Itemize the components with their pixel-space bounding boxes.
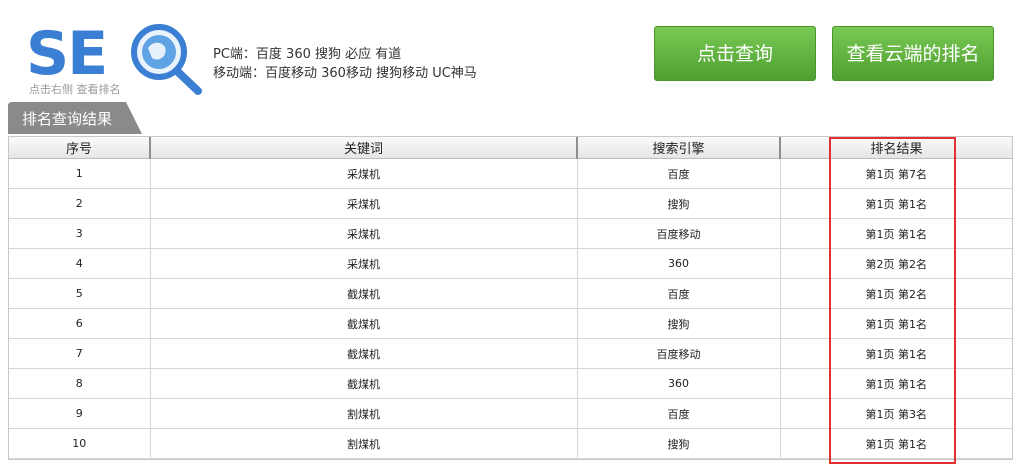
- table-row: 10 割煤机 搜狗 第1页 第1名: [9, 428, 1012, 459]
- table-header-row: 序号 关键词 搜索引擎 排名结果: [9, 137, 1012, 159]
- cell-engine: 百度移动: [577, 338, 781, 369]
- cell-engine: 百度: [577, 158, 781, 189]
- pc-engines: PC端：百度 360 搜狗 必应 有道: [213, 47, 402, 62]
- header-rank: 排名结果: [780, 137, 1012, 159]
- cell-index: 9: [9, 398, 151, 429]
- cell-index: 8: [9, 368, 151, 399]
- header-index: 序号: [9, 137, 151, 159]
- mobile-engines: 移动端：百度移动 360移动 搜狗移动 UC神马: [213, 66, 477, 81]
- magnifier-icon: [131, 24, 202, 95]
- cell-rank: 第1页 第1名: [780, 188, 1012, 219]
- cell-index: 10: [9, 428, 151, 459]
- cell-keyword: 采煤机: [150, 158, 578, 189]
- results-tab-label: 排名查询结果: [22, 110, 113, 128]
- table-row: 3 采煤机 百度移动 第1页 第1名: [9, 218, 1012, 249]
- cell-keyword: 截煤机: [150, 308, 578, 339]
- cell-keyword: 割煤机: [150, 428, 578, 459]
- table-row: 4 采煤机 360 第2页 第2名: [9, 248, 1012, 279]
- engine-list: PC端：百度 360 搜狗 必应 有道 移动端：百度移动 360移动 搜狗移动 …: [213, 45, 477, 83]
- cell-keyword: 采煤机: [150, 218, 578, 249]
- table-row: 9 割煤机 百度 第1页 第3名: [9, 398, 1012, 429]
- cell-rank: 第1页 第1名: [780, 338, 1012, 369]
- cell-keyword: 截煤机: [150, 338, 578, 369]
- table-row: 6 截煤机 搜狗 第1页 第1名: [9, 308, 1012, 339]
- cell-index: 6: [9, 308, 151, 339]
- header-keyword: 关键词: [150, 137, 578, 159]
- cell-rank: 第1页 第1名: [780, 218, 1012, 249]
- cell-index: 1: [9, 158, 151, 189]
- results-table: 序号 关键词 搜索引擎 排名结果 1 采煤机 百度 第1页 第7名 2 采煤机 搜狗 第1页 …: [8, 136, 1013, 460]
- cloud-ranking-button[interactable]: 查看云端的排名: [832, 26, 994, 81]
- cell-index: 7: [9, 338, 151, 369]
- cell-keyword: 采煤机: [150, 188, 578, 219]
- cell-rank: 第1页 第1名: [780, 308, 1012, 339]
- cell-rank: 第1页 第1名: [780, 368, 1012, 399]
- logo-caption: 点击右侧 查看排名: [29, 83, 121, 96]
- cell-engine: 搜狗: [577, 308, 781, 339]
- cell-rank: 第2页 第2名: [780, 248, 1012, 279]
- table-row: 1 采煤机 百度 第1页 第7名: [9, 158, 1012, 189]
- table-row: 7 截煤机 百度移动 第1页 第1名: [9, 338, 1012, 369]
- cell-rank: 第1页 第1名: [780, 428, 1012, 459]
- cell-engine: 搜狗: [577, 428, 781, 459]
- cell-rank: 第1页 第7名: [780, 158, 1012, 189]
- cell-engine: 百度: [577, 278, 781, 309]
- cell-rank: 第1页 第2名: [780, 278, 1012, 309]
- cell-keyword: 割煤机: [150, 398, 578, 429]
- cell-index: 3: [9, 218, 151, 249]
- logo-text: SE: [26, 19, 106, 89]
- query-button[interactable]: 点击查询: [654, 26, 816, 81]
- cell-keyword: 截煤机: [150, 368, 578, 399]
- cell-keyword: 采煤机: [150, 248, 578, 279]
- cell-engine: 百度: [577, 398, 781, 429]
- cell-rank: 第1页 第3名: [780, 398, 1012, 429]
- table-row: 2 采煤机 搜狗 第1页 第1名: [9, 188, 1012, 219]
- table-row: 8 截煤机 360 第1页 第1名: [9, 368, 1012, 399]
- cell-engine: 搜狗: [577, 188, 781, 219]
- cell-index: 4: [9, 248, 151, 279]
- cell-index: 2: [9, 188, 151, 219]
- cell-engine: 360: [577, 248, 781, 279]
- table-row: 5 截煤机 百度 第1页 第2名: [9, 278, 1012, 309]
- cell-engine: 百度移动: [577, 218, 781, 249]
- header-engine: 搜索引擎: [577, 137, 781, 159]
- cell-keyword: 截煤机: [150, 278, 578, 309]
- cell-engine: 360: [577, 368, 781, 399]
- cell-index: 5: [9, 278, 151, 309]
